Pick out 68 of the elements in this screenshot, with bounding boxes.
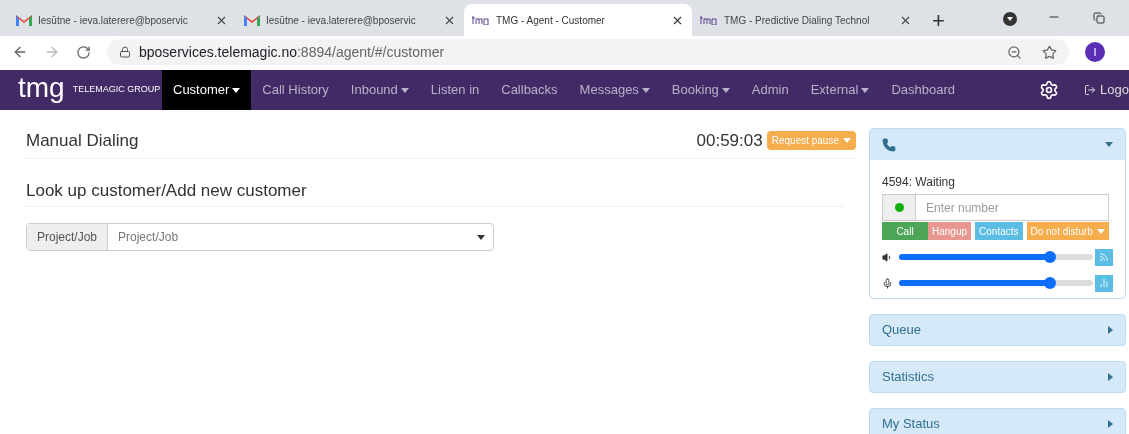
nav-item[interactable]: Call History [251, 70, 340, 110]
logout-link[interactable]: Logo [1084, 70, 1129, 110]
slider-thumb[interactable] [1044, 251, 1057, 263]
nav-item[interactable]: Inbound [339, 70, 420, 110]
page-title: Manual Dialing [26, 130, 140, 152]
feed-icon [1099, 252, 1109, 262]
section-title: Look up customer/Add new customer [26, 177, 844, 207]
logo: tmg [18, 74, 65, 102]
new-tab-button[interactable]: + [920, 4, 957, 36]
nav-item[interactable]: Callbacks [490, 70, 569, 110]
nav-item[interactable]: Booking [660, 70, 741, 110]
caret-icon [1108, 373, 1113, 381]
timer: 00:59:03 [696, 130, 763, 152]
star-icon[interactable] [1042, 44, 1057, 60]
tab-title: TMG - Predictive Dialing Technol [724, 13, 871, 28]
nav-item[interactable]: Dashboard [880, 70, 966, 110]
caret-icon [1108, 420, 1113, 428]
lock-icon [119, 46, 131, 58]
tab-title: Iesūtne - ieva.laterere@bposervic [266, 13, 417, 28]
agent-status: 4594: Waiting [882, 174, 956, 191]
bar-chart-icon [1099, 278, 1109, 288]
mail-icon [16, 14, 32, 26]
browser-tab[interactable]: Iesūtne - ieva.laterere@bposervic [236, 4, 464, 36]
nav-item[interactable]: Admin [740, 70, 800, 110]
caret-icon [1108, 326, 1113, 334]
reload-icon[interactable] [76, 44, 91, 60]
caret-icon [843, 138, 851, 144]
url-path: :8894/agent/#/customer [297, 42, 445, 62]
zoom-out-icon[interactable] [1007, 44, 1022, 60]
profile-avatar[interactable]: I [1085, 42, 1105, 62]
logout-icon [1084, 84, 1097, 96]
address-bar[interactable]: bposervices.telemagic.no:8894/agent/#/customer [107, 39, 1069, 65]
speaker-icon [882, 251, 893, 263]
nav-item[interactable]: Customer [162, 70, 252, 110]
collapsible-panel[interactable]: My Status [869, 408, 1126, 434]
tab-title: TMG - Agent - Customer [496, 13, 606, 28]
logo-subtitle: TELEMAGIC GROUP [72, 83, 161, 97]
call-button[interactable]: Call [882, 222, 928, 240]
microphone-icon [882, 277, 893, 289]
nav-item[interactable]: Messages [568, 70, 661, 110]
url-host: bposervices.telemagic.no [139, 42, 297, 62]
mail-icon [244, 14, 260, 26]
collapsible-panel[interactable]: Queue [869, 314, 1126, 346]
caret-icon [1096, 228, 1105, 234]
browser-tab[interactable]: Iesūtne - ieva.laterere@bposervic [8, 4, 236, 36]
project-placeholder: Project/Job [117, 229, 180, 246]
browser-tab[interactable]: TMG - Predictive Dialing Technol [692, 4, 920, 36]
collapsible-panel[interactable]: Statistics [869, 361, 1126, 393]
tab-title: Iesūtne - ieva.laterere@bposervic [38, 13, 189, 28]
project-select[interactable]: Project/Job Project/Job [26, 223, 494, 251]
volume-slider[interactable] [899, 254, 1093, 260]
slider-thumb[interactable] [1044, 277, 1057, 289]
settings-icon[interactable] [1039, 80, 1060, 100]
back-icon[interactable] [12, 44, 28, 60]
browser-tab[interactable]: TMG - Agent - Customer [464, 4, 692, 36]
project-label: Project/Job [27, 224, 109, 250]
phone-icon [882, 137, 896, 152]
caret-icon [1105, 142, 1113, 147]
restore-icon[interactable] [1093, 12, 1105, 24]
nav-item[interactable]: Listen in [419, 70, 491, 110]
logo-icon [472, 15, 490, 25]
dropdown-circle-icon[interactable] [1003, 12, 1017, 26]
caret-icon [477, 234, 485, 240]
number-field[interactable]: Enter number [882, 194, 1109, 221]
logo-icon [700, 15, 718, 25]
nav-item[interactable]: External [799, 70, 881, 110]
number-input[interactable]: Enter number [916, 195, 1108, 220]
volume-slider[interactable] [899, 280, 1093, 286]
